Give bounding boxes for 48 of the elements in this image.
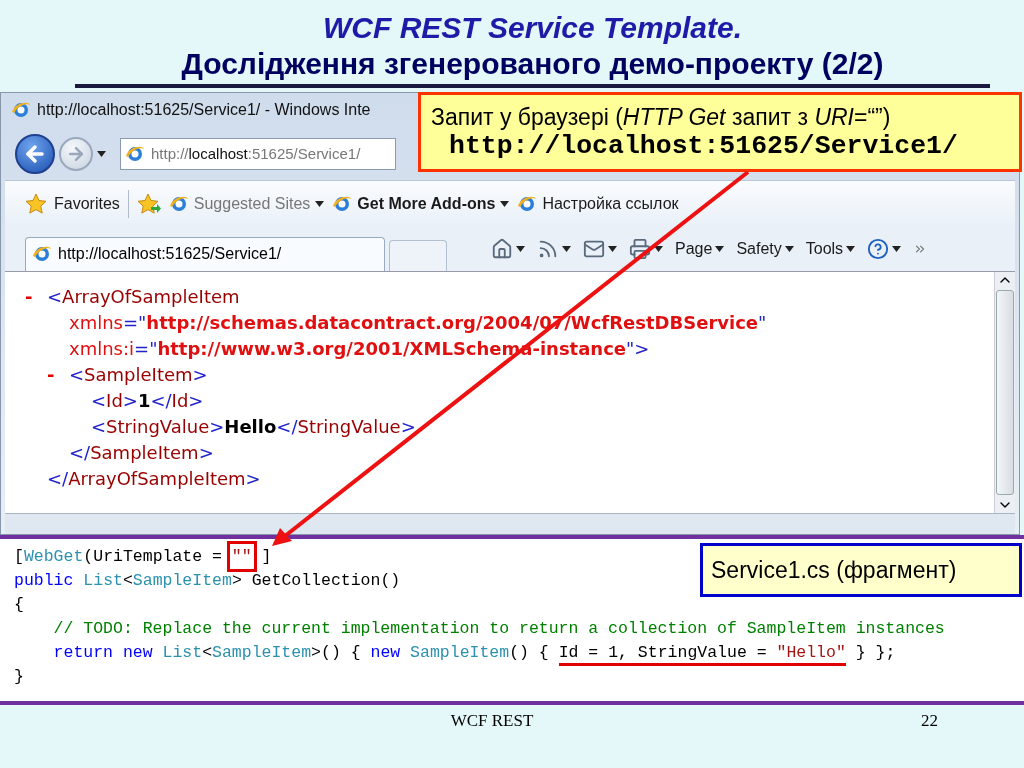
help-button[interactable] bbox=[867, 237, 902, 260]
code-line: { bbox=[14, 594, 24, 616]
favorites-button[interactable]: Favorites bbox=[25, 193, 120, 216]
code-line: public List<SampleItem> GetCollection() bbox=[14, 570, 401, 592]
caret-icon bbox=[500, 201, 510, 208]
scrollbar[interactable] bbox=[994, 271, 1015, 514]
favorites-link[interactable]: Настройка ссылок bbox=[517, 194, 679, 215]
address-field[interactable]: http://localhost:51625/Service1/ bbox=[120, 137, 396, 170]
xml-line: <StringValue>Hello</StringValue> bbox=[91, 416, 416, 438]
code-line: } bbox=[14, 666, 24, 688]
xml-line: </ArrayOfSampleItem> bbox=[47, 468, 261, 490]
request-callout: Запит у браузері (HTTP Get запит з URI=“”) http://localhost:51625/Service1/ bbox=[418, 92, 1022, 172]
caret-icon bbox=[516, 245, 525, 252]
caret-icon bbox=[654, 245, 663, 252]
add-favorite-icon bbox=[136, 193, 161, 216]
favorites-link[interactable]: Get More Add-ons bbox=[332, 194, 510, 215]
caret-icon bbox=[892, 245, 902, 252]
xml-line: <SampleItem> bbox=[69, 364, 208, 386]
menu-button[interactable]: Page bbox=[675, 239, 725, 258]
favorites-link[interactable]: Suggested Sites bbox=[168, 194, 325, 215]
page-number: 22 bbox=[921, 711, 938, 732]
caret-icon bbox=[846, 245, 856, 252]
code-line: [WebGet(UriTemplate = "" ] bbox=[14, 545, 272, 569]
window-title: http://localhost:51625/Service1/ - Windows Inte bbox=[37, 100, 371, 119]
print-button[interactable] bbox=[629, 237, 663, 260]
code-line: // TODO: Replace the current implementation to return a collection of SampleItem instances bbox=[52, 618, 945, 640]
back-button[interactable] bbox=[15, 133, 55, 174]
xml-line: </SampleItem> bbox=[69, 442, 214, 464]
caret-icon bbox=[562, 245, 571, 252]
caret-icon bbox=[784, 245, 794, 252]
code-line: return new List<SampleItem>() { new SampleItem() { Id = 1, StringValue = "Hello" } }; bbox=[14, 641, 896, 665]
menu-button[interactable]: Safety bbox=[736, 239, 794, 258]
caret-icon bbox=[315, 201, 325, 208]
collapse-toggle[interactable]: - bbox=[47, 364, 69, 386]
slide-subtitle: Дослідження згенерованого демо-проекту (2/2) bbox=[181, 46, 884, 82]
menu-button[interactable]: Tools bbox=[805, 239, 856, 258]
caret-icon bbox=[715, 245, 725, 252]
xml-line: <Id>1</Id> bbox=[91, 390, 204, 412]
slide-title: WCF REST Service Template. bbox=[323, 10, 742, 46]
caret-icon bbox=[608, 245, 617, 252]
home-button[interactable] bbox=[491, 237, 525, 260]
caret-icon bbox=[97, 150, 106, 157]
star-icon bbox=[25, 193, 49, 216]
browser-tab[interactable]: http://localhost:51625/Service1/ bbox=[25, 236, 385, 271]
xml-line: <ArrayOfSampleItem bbox=[47, 286, 240, 308]
code-callout: Service1.cs (фрагмент) bbox=[700, 543, 1022, 597]
footer-text: WCF REST bbox=[450, 711, 535, 732]
collapse-toggle[interactable]: - bbox=[25, 286, 47, 308]
